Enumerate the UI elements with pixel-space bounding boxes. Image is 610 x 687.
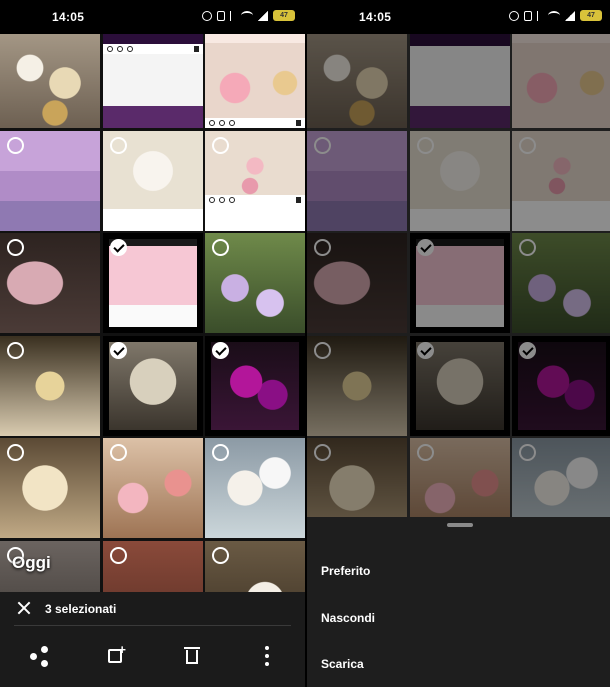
bluetooth-icon bbox=[230, 10, 236, 21]
select-circle-icon bbox=[416, 136, 434, 154]
select-circle-icon[interactable] bbox=[7, 341, 24, 359]
select-circle-icon bbox=[314, 444, 331, 461]
select-circle-icon[interactable] bbox=[7, 136, 24, 154]
photo-tile bbox=[307, 233, 407, 333]
select-circle-icon bbox=[416, 444, 434, 461]
photo-thumbnail bbox=[409, 28, 510, 128]
share-icon[interactable] bbox=[27, 644, 51, 668]
photo-tile[interactable] bbox=[0, 130, 100, 231]
select-circle-icon[interactable] bbox=[109, 546, 127, 564]
status-time: 14:05 bbox=[359, 10, 392, 24]
vibrate-icon bbox=[524, 10, 532, 21]
photo-thumbnail bbox=[0, 28, 100, 128]
alarm-icon bbox=[202, 10, 212, 21]
signal-icon bbox=[258, 10, 268, 21]
battery-icon: 47 bbox=[273, 10, 295, 21]
photo-tile[interactable] bbox=[0, 335, 100, 436]
photo-thumbnail bbox=[205, 28, 305, 128]
select-circle-icon bbox=[314, 136, 331, 154]
photo-tile bbox=[307, 335, 407, 436]
selection-count: 3 selezionati bbox=[45, 602, 117, 616]
menu-item-favorite[interactable]: Preferito bbox=[321, 564, 370, 578]
gallery-options-screen: 14:05 47 Preferito Nascondi Scarica bbox=[307, 0, 610, 687]
bluetooth-icon bbox=[537, 10, 543, 21]
photo-tile[interactable] bbox=[102, 438, 203, 538]
photo-tile[interactable] bbox=[0, 28, 100, 128]
photo-tile bbox=[512, 28, 610, 128]
photo-thumbnail bbox=[102, 28, 203, 128]
post-actions-strip bbox=[205, 194, 305, 205]
select-circle-icon bbox=[519, 136, 536, 154]
select-circle-icon bbox=[314, 341, 331, 359]
photo-tile[interactable] bbox=[0, 233, 100, 333]
checkmark-icon bbox=[519, 341, 536, 359]
trash-icon[interactable] bbox=[180, 644, 204, 668]
photo-grid-dimmed bbox=[307, 28, 610, 538]
menu-item-hide[interactable]: Nascondi bbox=[321, 611, 375, 625]
photo-tile[interactable] bbox=[0, 438, 100, 538]
status-bar: 14:05 47 bbox=[0, 0, 305, 34]
photo-tile-selected bbox=[409, 233, 510, 333]
selection-actions: + bbox=[0, 643, 305, 668]
signal-icon bbox=[565, 10, 575, 21]
status-time: 14:05 bbox=[52, 10, 85, 24]
gallery-selection-screen: 14:05 47 Oggi 3 selezionati + bbox=[0, 0, 305, 687]
post-actions-strip bbox=[205, 118, 305, 128]
photo-tile-selected[interactable] bbox=[205, 335, 305, 436]
select-circle-icon bbox=[314, 239, 331, 256]
select-circle-icon bbox=[519, 444, 536, 461]
select-circle-icon[interactable] bbox=[7, 239, 24, 256]
more-vert-icon[interactable] bbox=[255, 644, 279, 668]
photo-tile[interactable] bbox=[102, 130, 203, 231]
selection-action-bar: 3 selezionati + bbox=[0, 592, 305, 687]
sheet-drag-handle[interactable] bbox=[447, 523, 473, 527]
photo-tile-selected[interactable] bbox=[102, 233, 203, 333]
add-to-album-icon[interactable]: + bbox=[104, 643, 128, 668]
photo-tile[interactable] bbox=[205, 438, 305, 538]
checkmark-icon bbox=[416, 341, 434, 359]
photo-tile bbox=[512, 233, 610, 333]
wifi-icon bbox=[548, 11, 560, 20]
photo-tile bbox=[409, 130, 510, 231]
select-circle-icon[interactable] bbox=[109, 136, 127, 154]
photo-tile[interactable] bbox=[102, 28, 203, 128]
select-circle-icon[interactable] bbox=[212, 546, 229, 564]
checkmark-icon[interactable] bbox=[109, 341, 127, 359]
photo-tile bbox=[512, 130, 610, 231]
select-circle-icon bbox=[519, 239, 536, 256]
battery-icon: 47 bbox=[580, 10, 602, 21]
checkmark-icon[interactable] bbox=[109, 239, 127, 256]
section-date-label: Oggi bbox=[12, 553, 51, 572]
select-circle-icon[interactable] bbox=[212, 239, 229, 256]
photo-tile-selected bbox=[409, 335, 510, 436]
photo-tile[interactable] bbox=[205, 28, 305, 128]
checkmark-icon bbox=[416, 239, 434, 256]
post-actions-strip bbox=[102, 44, 203, 54]
photo-tile-selected bbox=[512, 335, 610, 436]
status-icons: 47 bbox=[509, 10, 602, 21]
select-circle-icon[interactable] bbox=[7, 444, 24, 461]
photo-tile[interactable] bbox=[205, 130, 305, 231]
photo-grid bbox=[0, 28, 305, 641]
close-icon[interactable] bbox=[15, 600, 33, 618]
select-circle-icon[interactable] bbox=[109, 444, 127, 461]
photo-thumbnail bbox=[512, 28, 610, 128]
divider bbox=[14, 625, 291, 626]
status-bar: 14:05 47 bbox=[307, 0, 610, 34]
photo-tile-selected[interactable] bbox=[102, 335, 203, 436]
select-circle-icon[interactable] bbox=[212, 444, 229, 461]
photo-thumbnail bbox=[307, 28, 407, 128]
photo-tile bbox=[307, 130, 407, 231]
checkmark-icon[interactable] bbox=[212, 341, 229, 359]
photo-tile[interactable] bbox=[205, 233, 305, 333]
menu-item-download[interactable]: Scarica bbox=[321, 657, 364, 671]
vibrate-icon bbox=[217, 10, 225, 21]
photo-tile bbox=[409, 28, 510, 128]
photo-tile bbox=[307, 28, 407, 128]
options-bottom-sheet: Preferito Nascondi Scarica bbox=[307, 517, 610, 687]
status-icons: 47 bbox=[202, 10, 295, 21]
wifi-icon bbox=[241, 11, 253, 20]
alarm-icon bbox=[509, 10, 519, 21]
select-circle-icon[interactable] bbox=[212, 136, 229, 154]
